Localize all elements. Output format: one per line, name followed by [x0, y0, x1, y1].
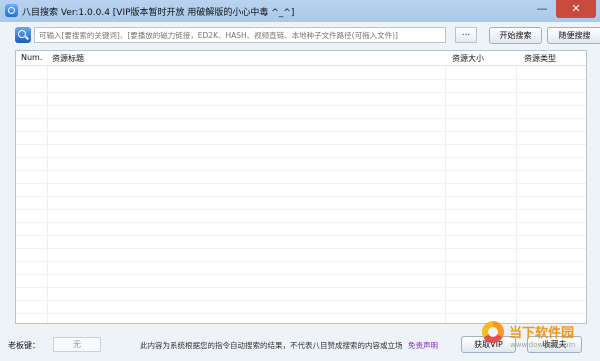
search-notice: 此内容为系统根据您的指令自动搜索的结果，不代表八目赞成搜索的内容或立场 — [140, 341, 403, 350]
results-table[interactable]: Num. 资源标题 资源大小 资源类型 — [15, 50, 587, 324]
column-header-size[interactable]: 资源大小 — [452, 53, 484, 64]
row-divider — [16, 261, 586, 262]
row-divider — [16, 196, 586, 197]
column-header-num[interactable]: Num. — [21, 53, 42, 62]
watermark-logo — [482, 321, 504, 343]
disclaimer-link[interactable]: 免责声明 — [408, 340, 438, 351]
app-window: 八目搜索 Ver:1.0.0.4 [VIP版本暂时开放 用破解版的小心中毒 ^_… — [0, 0, 600, 361]
row-divider — [16, 79, 586, 80]
search-icon — [15, 27, 31, 43]
column-header-type[interactable]: 资源类型 — [524, 53, 556, 64]
row-divider — [16, 105, 586, 106]
boss-key-label: 老板键： — [8, 341, 40, 350]
title-bar: 八目搜索 Ver:1.0.0.4 [VIP版本暂时开放 用破解版的小心中毒 ^_… — [0, 0, 600, 22]
row-divider — [16, 118, 586, 119]
start-search-button[interactable]: 开始搜索 — [489, 27, 542, 44]
browse-button[interactable]: ... — [455, 27, 477, 43]
row-divider — [16, 183, 586, 184]
search-input[interactable] — [34, 27, 446, 43]
row-divider — [16, 235, 586, 236]
column-header-title[interactable]: 资源标题 — [52, 53, 84, 64]
random-search-button[interactable]: 随便搜搜 — [547, 27, 600, 44]
minimize-button[interactable]: — — [530, 0, 554, 18]
boss-key-field[interactable]: 无 — [53, 337, 101, 352]
close-button[interactable]: ✕ — [556, 0, 596, 18]
row-divider — [16, 313, 586, 314]
row-divider — [16, 248, 586, 249]
row-divider — [16, 287, 586, 288]
row-divider — [16, 209, 586, 210]
row-divider — [16, 157, 586, 158]
search-bar: ... 开始搜索 随便搜搜 — [15, 27, 600, 45]
row-divider — [16, 170, 586, 171]
window-title: 八目搜索 Ver:1.0.0.4 [VIP版本暂时开放 用破解版的小心中毒 ^_… — [22, 8, 295, 18]
watermark-brand: 当下软件园 — [509, 326, 575, 341]
row-divider — [16, 92, 586, 93]
watermark: 当下软件园 www.downxia.com — [482, 318, 598, 361]
app-icon — [5, 4, 18, 17]
watermark-url: www.downxia.com — [510, 341, 576, 349]
row-divider — [16, 222, 586, 223]
row-divider — [16, 274, 586, 275]
row-divider — [16, 131, 586, 132]
row-divider — [16, 144, 586, 145]
table-header: Num. 资源标题 资源大小 资源类型 — [16, 51, 586, 66]
row-divider — [16, 300, 586, 301]
